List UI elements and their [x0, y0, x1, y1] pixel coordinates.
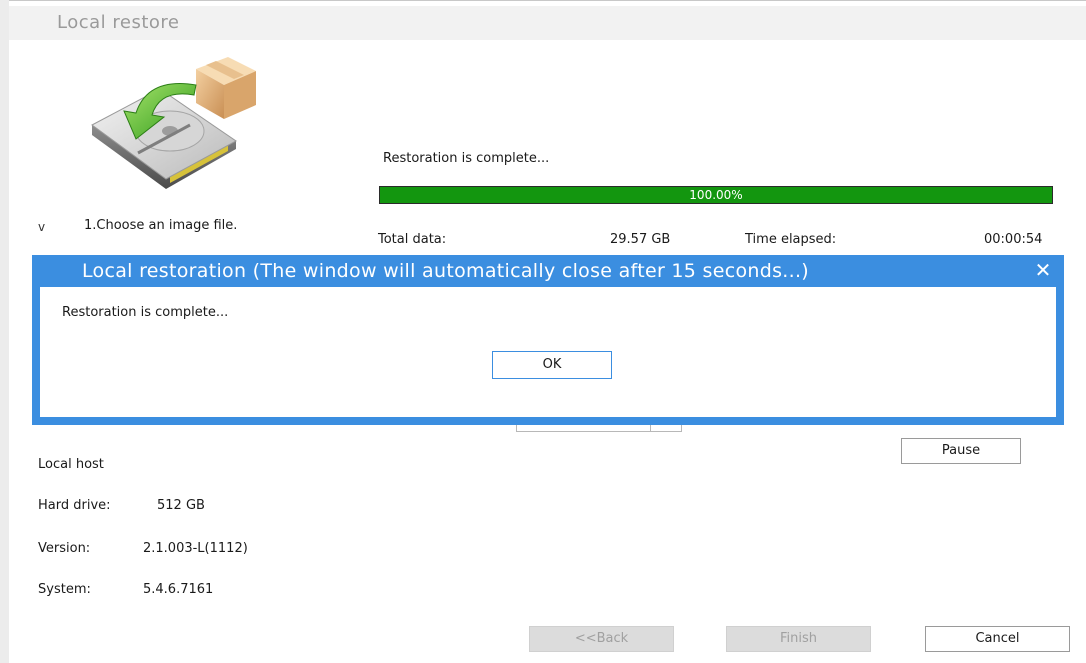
window-top-border [0, 0, 1086, 1]
host-label: Local host [38, 457, 104, 472]
ok-button[interactable]: OK [492, 351, 612, 379]
cancel-button[interactable]: Cancel [925, 626, 1070, 652]
title-bar: Local restore [9, 6, 1086, 40]
close-icon[interactable]: ✕ [1032, 259, 1054, 281]
back-button[interactable]: <<Back [529, 626, 674, 652]
total-data-label: Total data: [378, 232, 447, 247]
version-value: 2.1.003-L(1112) [143, 541, 248, 556]
dialog-message: Restoration is complete... [62, 305, 229, 320]
hard-drive-label: Hard drive: [38, 498, 111, 513]
progress-percent: 100.00% [689, 188, 743, 202]
pause-button[interactable]: Pause [901, 438, 1021, 464]
time-elapsed-label: Time elapsed: [745, 232, 837, 247]
system-label: System: [38, 582, 91, 597]
restore-status-text: Restoration is complete... [383, 151, 550, 166]
step-label: 1.Choose an image file. [84, 218, 238, 233]
dialog-title: Local restoration (The window will autom… [82, 260, 810, 282]
time-elapsed-value: 00:00:54 [984, 232, 1043, 247]
system-value: 5.4.6.7161 [143, 582, 214, 597]
step-expand-marker[interactable]: v [38, 220, 45, 234]
window-left-border [0, 0, 9, 663]
version-label: Version: [38, 541, 91, 556]
finish-button[interactable]: Finish [726, 626, 871, 652]
total-data-value: 29.57 GB [610, 232, 671, 247]
dialog-body: Restoration is complete... OK [40, 287, 1056, 417]
hard-drive-restore-icon [91, 57, 256, 189]
restore-complete-dialog: Local restoration (The window will autom… [32, 255, 1064, 425]
window-title: Local restore [57, 12, 180, 33]
hard-drive-value: 512 GB [157, 498, 205, 513]
progress-bar: 100.00% [379, 186, 1053, 204]
